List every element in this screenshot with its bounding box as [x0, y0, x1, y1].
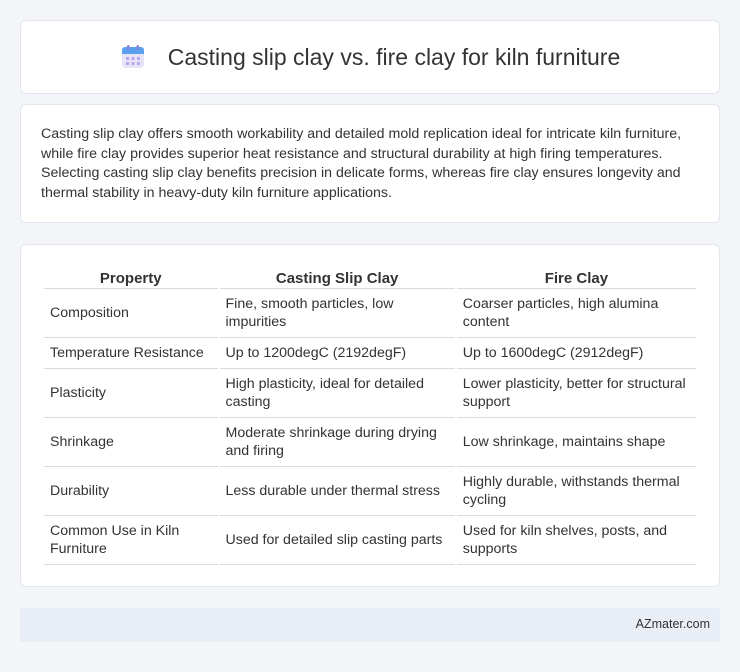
- footer-bar: AZmater.com: [20, 608, 720, 642]
- table-cell: Less durable under thermal stress: [219, 467, 455, 516]
- row-label: Plasticity: [44, 369, 218, 418]
- row-label: Durability: [44, 467, 218, 516]
- row-label: Shrinkage: [44, 418, 218, 467]
- row-label: Common Use in Kiln Furniture: [44, 516, 218, 565]
- intro-text: Casting slip clay offers smooth workabil…: [41, 126, 682, 201]
- table-cell: Moderate shrinkage during drying and fir…: [219, 418, 455, 467]
- table-cell: Lower plasticity, better for structural …: [456, 369, 696, 418]
- table-row: Durability Less durable under thermal st…: [44, 467, 696, 516]
- intro-card: Casting slip clay offers smooth workabil…: [20, 104, 720, 223]
- table-cell: Used for kiln shelves, posts, and suppor…: [456, 516, 696, 565]
- comparison-table: Property Casting Slip Clay Fire Clay Com…: [42, 265, 698, 565]
- table-header-row: Property Casting Slip Clay Fire Clay: [44, 265, 696, 289]
- column-header-fire-clay: Fire Clay: [456, 265, 696, 289]
- table-row: Plasticity High plasticity, ideal for de…: [44, 369, 696, 418]
- table-cell: Up to 1200degC (2192degF): [219, 338, 455, 369]
- calendar-icon: [121, 45, 144, 68]
- comparison-card: Property Casting Slip Clay Fire Clay Com…: [20, 244, 720, 587]
- table-cell: Highly durable, withstands thermal cycli…: [456, 467, 696, 516]
- table-row: Shrinkage Moderate shrinkage during dryi…: [44, 418, 696, 467]
- title-card: Casting slip clay vs. fire clay for kiln…: [20, 20, 720, 94]
- column-header-property: Property: [44, 265, 218, 289]
- table-cell: Fine, smooth particles, low impurities: [219, 289, 455, 338]
- table-cell: Coarser particles, high alumina content: [456, 289, 696, 338]
- column-header-casting-slip-clay: Casting Slip Clay: [219, 265, 455, 289]
- table-cell: High plasticity, ideal for detailed cast…: [219, 369, 455, 418]
- table-cell: Low shrinkage, maintains shape: [456, 418, 696, 467]
- page-title: Casting slip clay vs. fire clay for kiln…: [167, 43, 621, 70]
- table-row: Common Use in Kiln Furniture Used for de…: [44, 516, 696, 565]
- footer-brand: AZmater.com: [635, 617, 710, 631]
- table-row: Composition Fine, smooth particles, low …: [44, 289, 696, 338]
- table-cell: Used for detailed slip casting parts: [219, 516, 455, 565]
- row-label: Composition: [44, 289, 218, 338]
- table-row: Temperature Resistance Up to 1200degC (2…: [44, 338, 696, 369]
- table-cell: Up to 1600degC (2912degF): [456, 338, 696, 369]
- row-label: Temperature Resistance: [44, 338, 218, 369]
